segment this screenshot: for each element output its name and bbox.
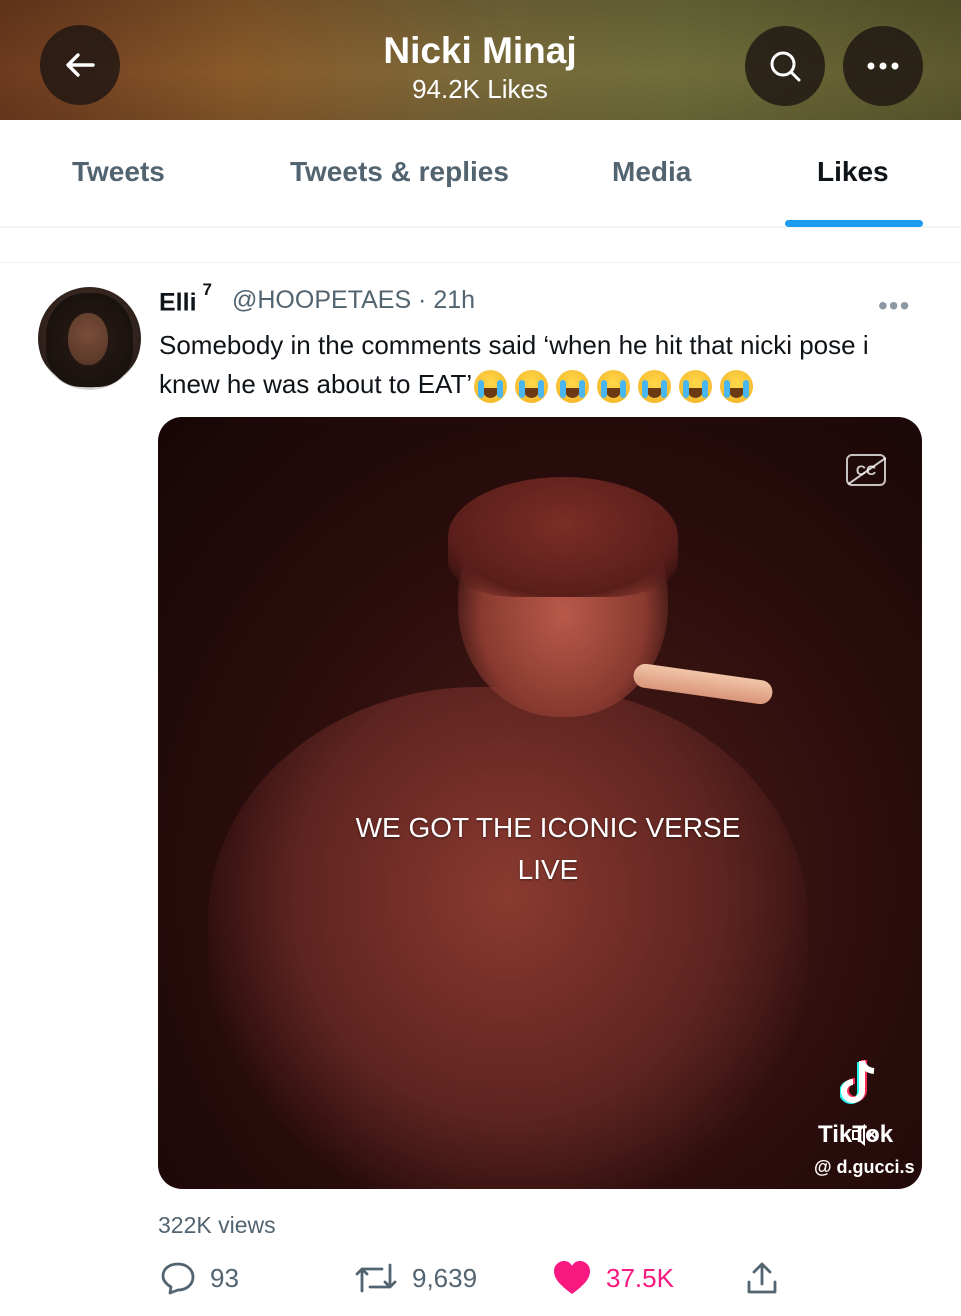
more-dots-icon	[867, 62, 899, 70]
loudly-crying-face-icon	[679, 369, 713, 403]
loudly-crying-face-icon	[515, 369, 549, 403]
video-performer-hair	[448, 477, 678, 597]
tab-media[interactable]: Media	[612, 156, 691, 188]
share-icon	[747, 1262, 777, 1294]
share-button[interactable]	[744, 1258, 780, 1298]
loudly-crying-face-icon	[597, 369, 631, 403]
profile-header: Nicki Minaj 94.2K Likes	[0, 0, 961, 120]
tiktok-logo-icon	[840, 1060, 875, 1104]
like-count: 37.5K	[606, 1262, 674, 1293]
author-name-superscript: 7	[202, 280, 212, 299]
search-icon	[770, 51, 801, 82]
tiktok-handle: @ d.gucci.s	[814, 1157, 915, 1177]
tweet-author-name[interactable]: Elli 7	[159, 280, 212, 317]
more-button[interactable]	[843, 26, 923, 106]
reply-count: 93	[210, 1262, 239, 1293]
profile-likes-count: 94.2K Likes	[412, 74, 548, 104]
reply-icon	[161, 1262, 195, 1295]
emoji-row	[474, 369, 754, 403]
previous-tweet-fragment	[0, 229, 961, 263]
video-microphone	[632, 662, 774, 706]
loudly-crying-face-icon	[638, 369, 672, 403]
video-caption: WE GOT THE ICONIC VERSE LIVE	[355, 812, 741, 885]
retweet-icon	[355, 1263, 397, 1293]
back-button[interactable]	[40, 25, 120, 105]
tab-likes[interactable]: Likes	[817, 156, 889, 188]
arrow-left-icon	[66, 53, 95, 77]
heart-filled-icon	[554, 1261, 590, 1294]
video-performer-body	[208, 687, 808, 1189]
tweet-text: Somebody in the comments said ‘when he h…	[159, 326, 919, 404]
muted-speaker-icon[interactable]	[851, 1123, 877, 1147]
view-count[interactable]: 322K views	[158, 1212, 276, 1239]
author-name-text: Elli	[159, 288, 197, 317]
avatar[interactable]	[38, 287, 141, 390]
tweet-more-button[interactable]: •••	[878, 290, 910, 322]
tab-tweets[interactable]: Tweets	[72, 156, 165, 188]
tab-tweets-and-replies[interactable]: Tweets & replies	[290, 156, 509, 188]
closed-captions-icon[interactable]: CC	[846, 454, 886, 486]
loudly-crying-face-icon	[556, 369, 590, 403]
retweet-button[interactable]: 9,639	[354, 1258, 477, 1298]
avatar-face	[68, 313, 108, 365]
retweet-count: 9,639	[412, 1262, 478, 1293]
search-button[interactable]	[745, 26, 825, 106]
loudly-crying-face-icon	[474, 369, 508, 403]
tweet-video[interactable]: CC WE GOT THE ICONIC VERSE LIVE TikTok @…	[158, 417, 922, 1189]
reply-button[interactable]: 93	[160, 1258, 239, 1298]
active-tab-indicator	[785, 220, 923, 227]
tweet-handle-time[interactable]: @HOOPETAES · 21h	[232, 286, 475, 315]
like-button[interactable]: 37.5K	[552, 1258, 674, 1298]
profile-name: Nicki Minaj	[383, 30, 577, 71]
profile-tabs: Tweets Tweets & replies Media Likes	[0, 120, 961, 228]
loudly-crying-face-icon	[720, 369, 754, 403]
